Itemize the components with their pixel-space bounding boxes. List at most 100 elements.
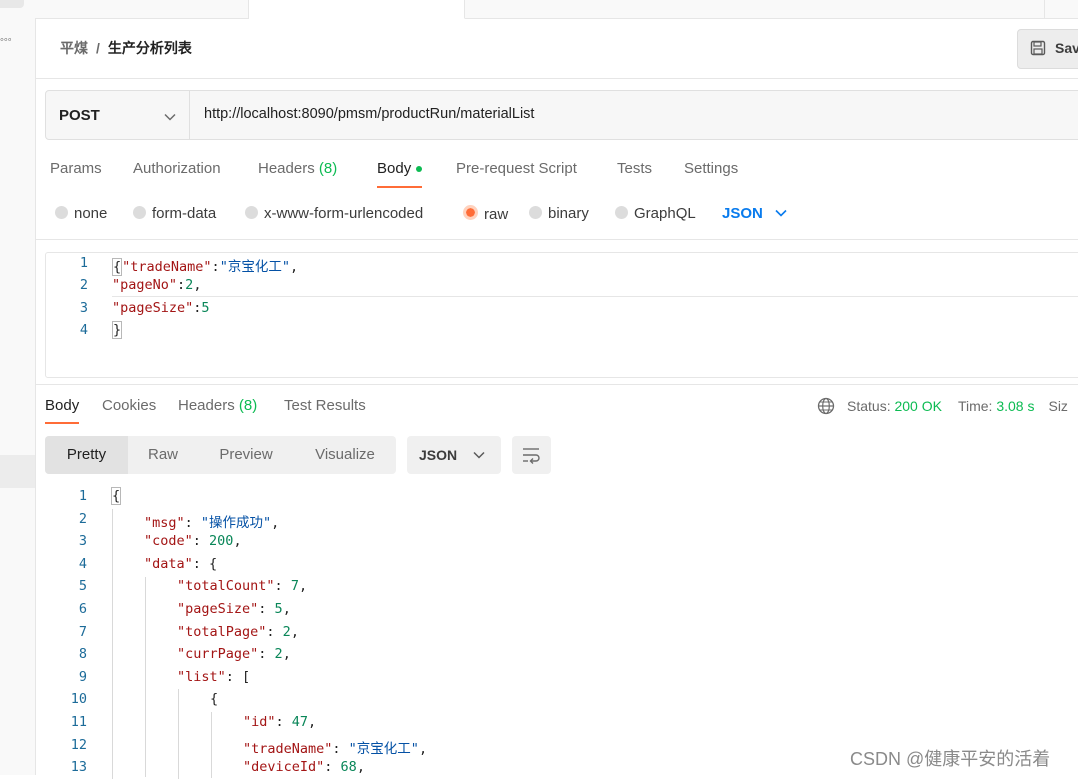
code-line: } — [112, 321, 123, 344]
view-preview-button[interactable]: Preview — [198, 436, 294, 474]
body-format-label: JSON — [722, 205, 763, 222]
code-line: "pageSize":5 — [112, 300, 210, 322]
line-number: 4 — [79, 322, 88, 338]
response-format-select[interactable]: JSON — [407, 436, 501, 474]
resp-tab-headers[interactable]: Headers (8) — [178, 397, 257, 414]
request-tab[interactable] — [465, 0, 1045, 18]
url-input[interactable]: http://localhost:8090/pmsm/productRun/ma… — [204, 106, 534, 122]
code-punctuation: , — [308, 714, 317, 730]
code-value: 5 — [201, 300, 210, 316]
code-key: "id" — [243, 714, 276, 730]
code-punctuation: : — [274, 578, 291, 594]
tab-headers[interactable]: Headers (8) — [258, 160, 337, 177]
line-number: 11 — [70, 714, 87, 730]
radio-label: raw — [484, 206, 509, 223]
code-punctuation: : — [324, 759, 341, 775]
radio-label: binary — [548, 205, 589, 222]
radio-binary[interactable]: binary — [529, 205, 589, 222]
tab-label: Authorization — [133, 160, 221, 177]
resp-tab-cookies[interactable]: Cookies — [102, 397, 156, 414]
line-number: 4 — [78, 556, 87, 572]
breadcrumb: 平煤 / 生产分析列表 — [60, 38, 192, 58]
status-dot-icon — [416, 166, 423, 173]
radio-graphql[interactable]: GraphQL — [615, 205, 696, 222]
globe-icon[interactable] — [817, 397, 835, 415]
tab-label: Pre-request Script — [456, 160, 577, 177]
code-punctuation: : — [266, 624, 283, 640]
request-body-editor[interactable]: 1 2 3 4 {"tradeName":"京宝化工", "pageNo":2,… — [45, 252, 1078, 378]
line-number: 10 — [70, 691, 87, 707]
wrap-lines-button[interactable] — [512, 436, 551, 474]
tab-label: Tests — [617, 160, 653, 177]
request-tab-active[interactable] — [249, 0, 465, 19]
status-value[interactable]: 200 OK — [894, 398, 941, 414]
resp-tab-test-results[interactable]: Test Results — [284, 397, 366, 414]
radio-circle-icon — [133, 206, 146, 219]
code-punctuation: , — [233, 533, 242, 549]
line-number: 3 — [78, 533, 87, 549]
sidebar-selected-item[interactable] — [0, 455, 35, 488]
method-select[interactable]: POST — [46, 91, 190, 139]
tab-tests[interactable]: Tests — [617, 160, 652, 177]
tab-body[interactable]: Body — [377, 160, 423, 188]
code-punctuation: : — [192, 556, 210, 572]
code-key: "currPage" — [177, 646, 259, 662]
code-punctuation: : — [275, 714, 292, 730]
code-punctuation: : — [225, 669, 243, 685]
code-line: { — [210, 691, 218, 713]
radio-circle-icon — [529, 206, 542, 219]
code-value: 7 — [290, 578, 299, 594]
code-punctuation: , — [356, 759, 365, 775]
radio-selected-icon — [463, 205, 478, 220]
line-number: 1 — [78, 488, 87, 504]
view-visualize-button[interactable]: Visualize — [294, 436, 396, 474]
code-punctuation: : — [332, 741, 349, 757]
left-sidebar-strip: ◦◦◦ — [0, 0, 36, 775]
radio-form-data[interactable]: form-data — [133, 205, 216, 222]
radio-circle-icon — [615, 206, 628, 219]
code-line: "totalCount": 7, — [177, 578, 307, 600]
tab-pre-request-script[interactable]: Pre-request Script — [456, 160, 577, 177]
view-raw-button[interactable]: Raw — [128, 436, 198, 474]
code-brace: { — [112, 258, 123, 276]
sidebar-top-block — [0, 0, 24, 8]
radio-label: none — [74, 205, 108, 222]
tab-label: Headers — [178, 397, 235, 414]
radio-circle-icon — [245, 206, 258, 219]
tab-params[interactable]: Params — [50, 160, 102, 177]
tab-settings[interactable]: Settings — [684, 160, 738, 177]
code-punctuation: { — [111, 487, 122, 505]
code-value: 2 — [274, 646, 283, 662]
tab-label: Body — [45, 397, 80, 414]
watermark: CSDN @健康平安的活着 — [850, 749, 1051, 769]
code-key: "msg" — [144, 515, 185, 531]
breadcrumb-parent[interactable]: 平煤 — [60, 40, 88, 56]
tab-label: Headers — [258, 160, 315, 177]
more-options-icon[interactable]: ◦◦◦ — [0, 34, 12, 46]
code-punctuation: { — [209, 556, 218, 572]
code-line: "code": 200, — [144, 533, 242, 555]
line-number: 2 — [78, 511, 87, 527]
size-label: Siz — [1048, 398, 1068, 414]
radio-x-www-form-urlencoded[interactable]: x-www-form-urlencoded — [245, 205, 423, 222]
body-format-select[interactable]: JSON — [722, 205, 787, 222]
radio-none[interactable]: none — [55, 205, 107, 222]
status-label: Status: — [847, 398, 891, 414]
tab-authorization[interactable]: Authorization — [133, 160, 221, 177]
view-pretty-button[interactable]: Pretty — [45, 436, 128, 474]
code-line: { — [111, 487, 122, 510]
view-mode-group: Pretty Raw Preview Visualize — [45, 436, 396, 474]
code-line: "data": { — [144, 556, 217, 578]
code-line: "list": [ — [177, 669, 250, 691]
resp-tab-body[interactable]: Body — [45, 397, 80, 424]
radio-raw[interactable]: raw — [463, 205, 508, 223]
breadcrumb-current[interactable]: 生产分析列表 — [108, 40, 192, 56]
code-value: "操作成功" — [200, 515, 272, 531]
chevron-down-icon — [164, 108, 176, 126]
time-value[interactable]: 3.08 s — [996, 398, 1034, 414]
save-button[interactable]: Sav — [1017, 29, 1078, 69]
line-number: 1 — [79, 255, 88, 271]
tab-label: Params — [50, 160, 102, 177]
indent-guide — [145, 577, 146, 777]
request-tab[interactable] — [35, 0, 249, 18]
